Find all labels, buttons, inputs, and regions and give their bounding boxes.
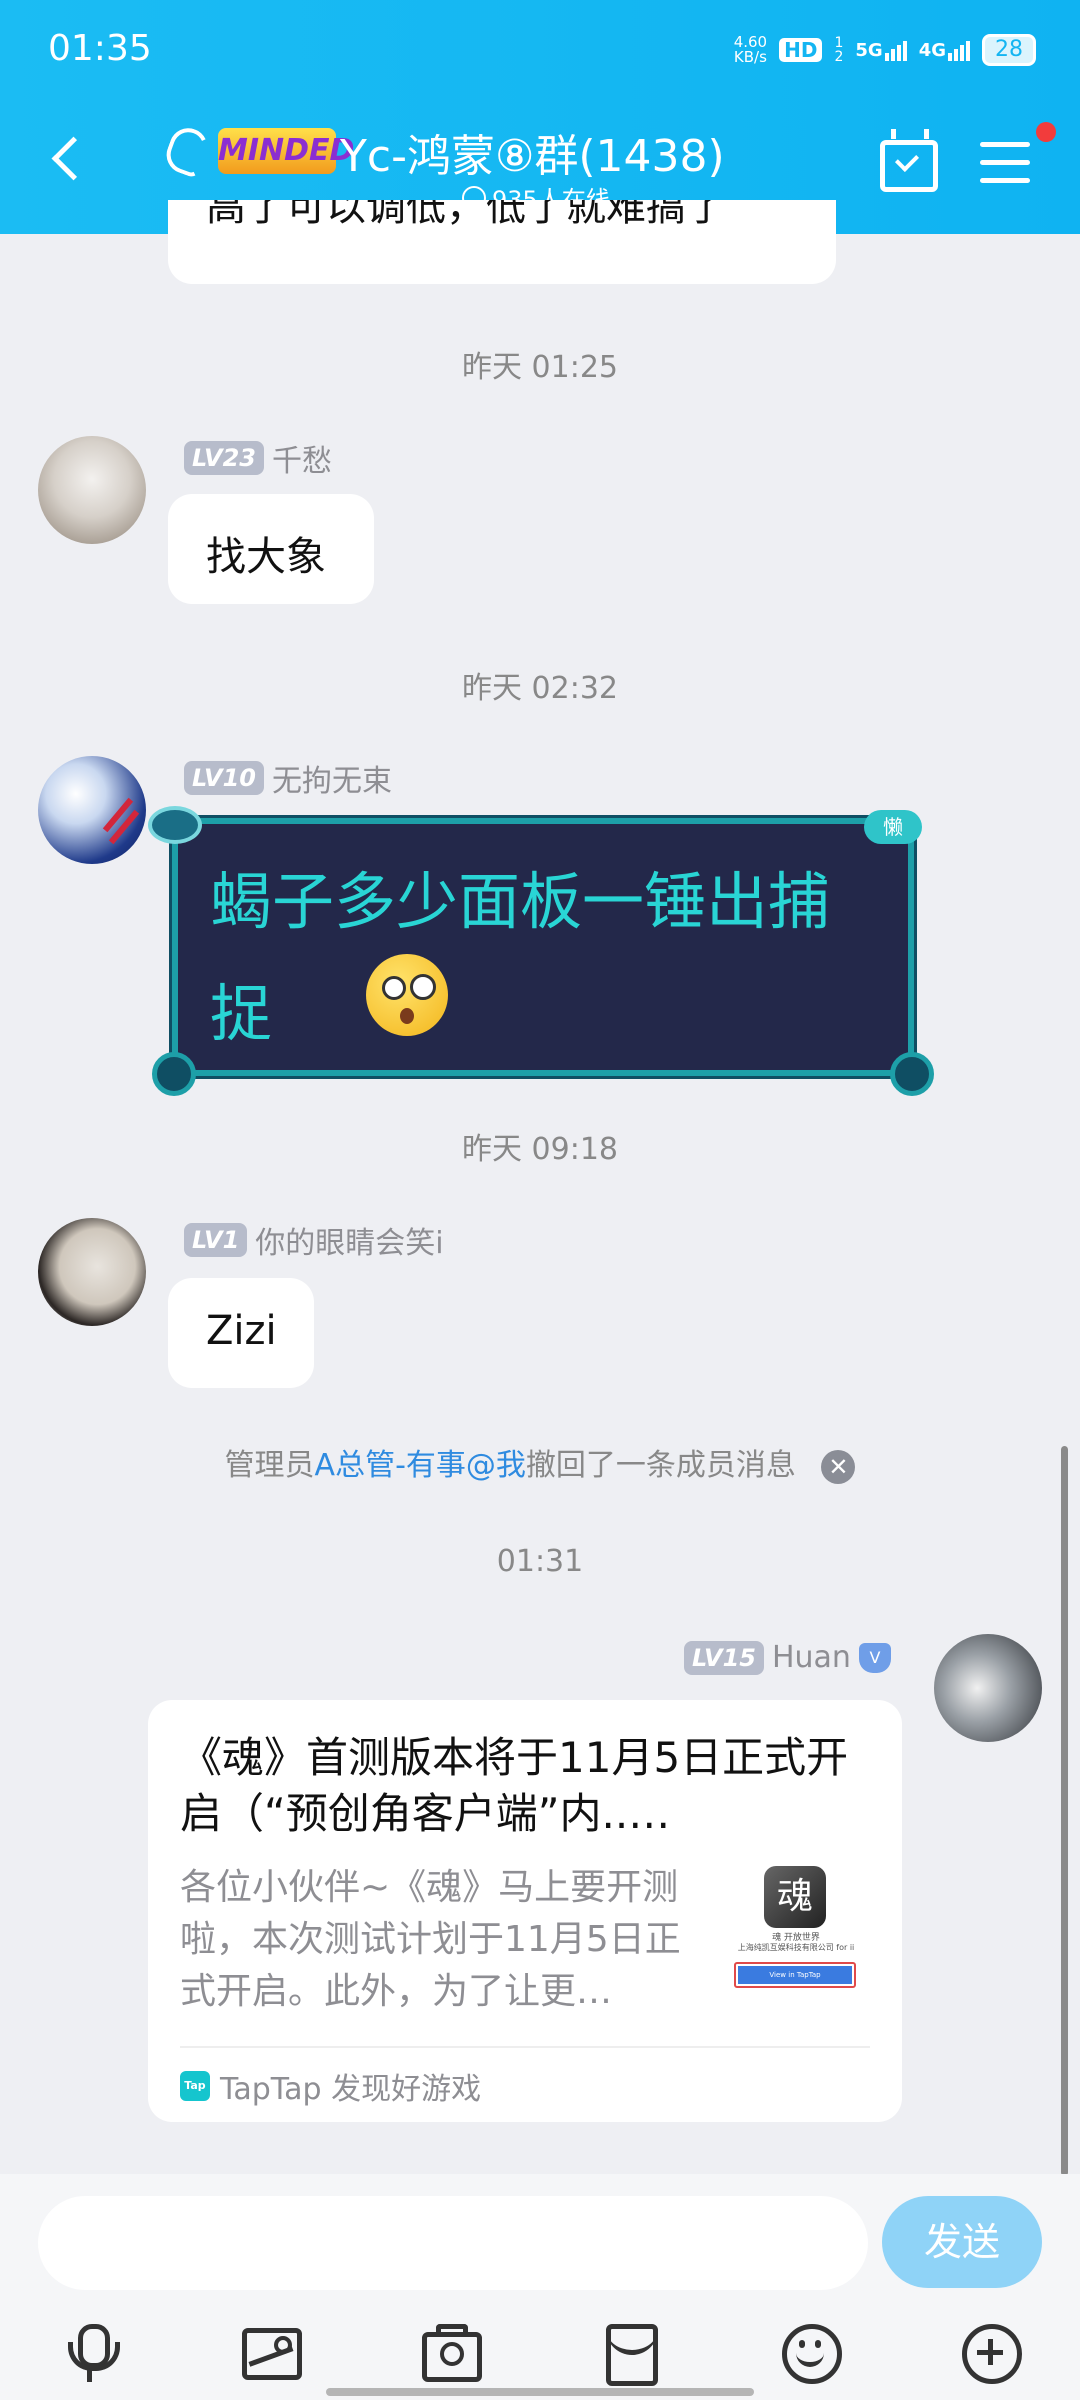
status-icons: 4.60 KB/s HD 12 5G 4G 28 (734, 34, 1036, 66)
send-button[interactable]: 发送 (882, 2196, 1042, 2288)
red-packet-icon[interactable] (600, 2322, 660, 2386)
message-input[interactable] (38, 2196, 868, 2290)
avatar[interactable] (38, 756, 146, 864)
taptap-icon: Tap (180, 2071, 210, 2101)
input-toolbar (0, 2312, 1080, 2392)
timestamp: 昨天 02:32 (462, 671, 618, 706)
level-badge: LV1 (184, 1223, 248, 1257)
recall-notice: 管理员A总管-有事@我撤回了一条成员消息 ✕ (0, 1440, 1080, 1484)
net-speed: 4.60 KB/s (733, 33, 768, 66)
avatar[interactable] (38, 436, 146, 544)
sender-row: LV1 你的眼睛会笑i (184, 1218, 444, 1262)
sender-row: LV10 无拘无束 (184, 756, 392, 800)
timestamp: 昨天 01:25 (462, 350, 618, 385)
timestamp: 昨天 09:18 (462, 1132, 618, 1167)
shocked-emoji-icon (366, 954, 448, 1036)
group-title[interactable]: Yc-鸿蒙⑧群(1438) (340, 120, 725, 184)
share-description: 各位小伙伴~《魂》马上要开测啦，本次测试计划于11月5日正式开启。此外，为了让更… (180, 1867, 681, 2012)
microphone-icon[interactable] (60, 2322, 120, 2382)
message-bubble-partial[interactable]: 高了可以调低，低了就难搞了 (168, 200, 836, 284)
signal-5g-icon: 5G (855, 40, 907, 61)
sender-name[interactable]: Huan (772, 1640, 851, 1675)
divider (180, 2046, 870, 2048)
frame-corner-icon (152, 1052, 196, 1096)
scrollbar[interactable] (1061, 1446, 1068, 2176)
home-indicator[interactable] (326, 2388, 754, 2396)
plus-icon[interactable] (960, 2322, 1022, 2384)
menu-icon[interactable] (980, 142, 1030, 184)
notification-dot (1036, 122, 1056, 142)
message-bubble[interactable]: 找大象 (168, 494, 374, 604)
sender-name[interactable]: 无拘无束 (272, 756, 392, 800)
sim-indicator: 12 (834, 35, 844, 65)
earpiece-icon[interactable] (161, 122, 213, 180)
sender-name[interactable]: 你的眼睛会笑i (255, 1218, 443, 1262)
frame-corner-icon (890, 1052, 934, 1096)
game-logo-icon: 魂 (764, 1866, 826, 1928)
frame-tag: 懒 (864, 810, 922, 844)
sender-name[interactable]: 千愁 (272, 436, 332, 480)
input-area: 发送 (0, 2174, 1080, 2400)
hd-icon: HD (779, 38, 823, 62)
back-icon[interactable] (51, 136, 96, 181)
sender-row: LV23 千愁 (184, 436, 332, 480)
timestamp: 01:31 (496, 1544, 584, 1579)
signal-4g-icon: 4G (919, 40, 970, 61)
message-text: 高了可以调低，低了就难搞了 (206, 200, 726, 230)
emoji-icon[interactable] (780, 2322, 842, 2384)
checkin-calendar-icon[interactable] (880, 129, 938, 192)
message-bubble[interactable]: Zizi (168, 1278, 314, 1388)
chat-header: 01:35 4.60 KB/s HD 12 5G 4G 28 MINDED Yc-… (0, 0, 1080, 234)
message-text: 蝎子多少面板一锤出捕捉 (210, 865, 831, 1050)
avatar[interactable] (38, 1218, 146, 1326)
close-icon[interactable]: ✕ (821, 1449, 856, 1484)
level-badge: LV15 (684, 1640, 764, 1675)
admin-link[interactable]: A总管-有事@我 (315, 1448, 526, 1483)
group-badge: MINDED (218, 128, 354, 174)
level-badge: LV23 (184, 441, 264, 475)
planet-icon (148, 806, 202, 844)
level-badge: LV10 (184, 761, 264, 795)
message-text: Zizi (206, 1308, 277, 1354)
share-thumbnail: 魂 魂 开放世界 上海纯凯互娱科技有限公司 for ii View in Tap… (722, 1866, 870, 2004)
vip-badge-icon: V (858, 1642, 891, 1673)
message-text: 找大象 (206, 534, 326, 580)
share-title: 《魂》首测版本将于11月5日正式开启（“预创角客户端”内..… (180, 1733, 849, 1838)
battery-icon: 28 (982, 34, 1036, 66)
image-icon[interactable] (240, 2322, 302, 2382)
share-source: Tap TapTap 发现好游戏 (180, 2064, 481, 2108)
avatar[interactable] (934, 1634, 1042, 1742)
share-card[interactable]: 《魂》首测版本将于11月5日正式开启（“预创角客户端”内..… 各位小伙伴~《魂… (148, 1700, 902, 2122)
sender-row: LV15 Huan V (684, 1640, 891, 1675)
status-time: 01:35 (48, 28, 152, 69)
camera-icon[interactable] (420, 2322, 482, 2382)
decorated-message-bubble[interactable]: 蝎子多少面板一锤出捕捉 懒 (148, 806, 934, 1096)
